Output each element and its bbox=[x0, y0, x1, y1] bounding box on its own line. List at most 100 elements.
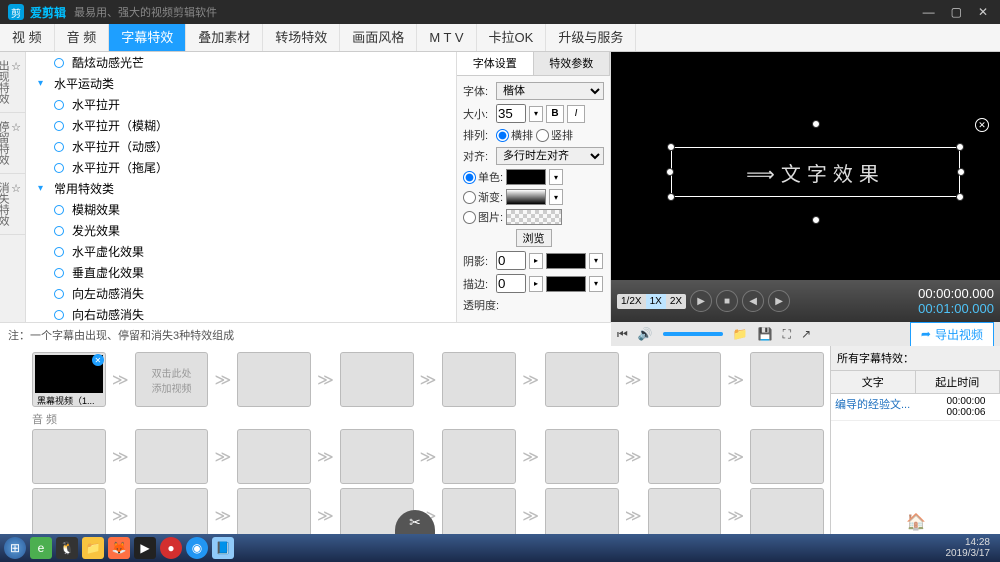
tree-effect-item[interactable]: 酷炫动感光芒 bbox=[26, 52, 456, 73]
stop-button[interactable]: ■ bbox=[716, 290, 738, 312]
stroke-spin-icon[interactable]: ▸ bbox=[529, 276, 543, 292]
resize-handle[interactable] bbox=[956, 193, 964, 201]
empty-clip-slot[interactable] bbox=[545, 429, 619, 484]
tree-effect-item[interactable]: 水平拉开（动感） bbox=[26, 136, 456, 157]
main-tab[interactable]: 音 频 bbox=[55, 24, 110, 51]
shadow-spin-icon[interactable]: ▸ bbox=[529, 253, 543, 269]
fullscreen-icon[interactable]: ⛶ bbox=[783, 327, 791, 342]
solid-color-swatch[interactable] bbox=[506, 169, 546, 185]
timeline[interactable]: ✕黑幕视频（1...≫双击此处添加视频≫≫≫≫≫≫ 音 频 ≫≫≫≫≫≫≫ ≫≫… bbox=[0, 346, 830, 534]
empty-clip-slot[interactable] bbox=[135, 429, 209, 484]
side-tab[interactable]: ☆消失特效 bbox=[0, 174, 25, 235]
empty-clip-slot[interactable] bbox=[545, 352, 619, 407]
italic-button[interactable]: I bbox=[567, 105, 585, 123]
maximize-icon[interactable]: ▢ bbox=[947, 5, 966, 19]
empty-clip-slot[interactable] bbox=[750, 488, 824, 534]
size-dropdown-icon[interactable]: ▾ bbox=[529, 106, 543, 122]
shadow-input[interactable] bbox=[496, 251, 526, 270]
resize-handle[interactable] bbox=[812, 216, 820, 224]
empty-clip-slot[interactable] bbox=[237, 488, 311, 534]
speed-1x[interactable]: 1X bbox=[646, 294, 666, 309]
tree-effect-item[interactable]: 模糊效果 bbox=[26, 199, 456, 220]
empty-clip-slot[interactable] bbox=[750, 429, 824, 484]
resize-handle[interactable] bbox=[667, 193, 675, 201]
tab-effect-params[interactable]: 特效参数 bbox=[534, 52, 611, 75]
text-bounding-box[interactable]: ⟹文字效果 ✕ bbox=[671, 147, 960, 197]
volume-icon[interactable]: 🔊 bbox=[638, 327, 653, 341]
main-tab[interactable]: M T V bbox=[417, 24, 476, 51]
save-icon[interactable]: 💾 bbox=[758, 327, 773, 341]
tree-effect-item[interactable]: 向右动感消失 bbox=[26, 304, 456, 322]
empty-clip-slot[interactable] bbox=[442, 488, 516, 534]
tree-category[interactable]: ▾水平运动类 bbox=[26, 73, 456, 94]
stroke-input[interactable] bbox=[496, 274, 526, 293]
size-input[interactable] bbox=[496, 104, 526, 123]
share-icon[interactable]: ↗ bbox=[801, 327, 811, 341]
folder-icon[interactable]: 📁 bbox=[733, 327, 748, 341]
bold-button[interactable]: B bbox=[546, 105, 564, 123]
empty-clip-slot[interactable] bbox=[648, 429, 722, 484]
taskbar-app-icon[interactable]: ▶ bbox=[134, 537, 156, 559]
empty-clip-slot[interactable] bbox=[648, 488, 722, 534]
delete-text-icon[interactable]: ✕ bbox=[975, 118, 989, 132]
rewind-icon[interactable]: ⏮ bbox=[617, 327, 628, 342]
main-tab[interactable]: 字幕特效 bbox=[109, 24, 186, 51]
tree-effect-item[interactable]: 垂直虚化效果 bbox=[26, 262, 456, 283]
taskbar-app-icon[interactable]: ◉ bbox=[186, 537, 208, 559]
stroke-color[interactable] bbox=[546, 276, 586, 292]
video-clip[interactable]: ✕黑幕视频（1... bbox=[32, 352, 106, 407]
arrange-horizontal[interactable]: 横排 bbox=[496, 127, 533, 143]
main-tab[interactable]: 卡拉OK bbox=[477, 24, 547, 51]
volume-slider[interactable] bbox=[663, 332, 723, 336]
main-tab[interactable]: 升级与服务 bbox=[546, 24, 636, 51]
next-frame-button[interactable]: ▶ bbox=[768, 290, 790, 312]
add-clip-hint[interactable]: 双击此处添加视频 bbox=[135, 352, 209, 407]
effect-tree[interactable]: 酷炫动感光芒▾水平运动类水平拉开水平拉开（模糊）水平拉开（动感）水平拉开（拖尾）… bbox=[26, 52, 456, 322]
empty-clip-slot[interactable] bbox=[750, 352, 824, 407]
speed-2x[interactable]: 2X bbox=[666, 294, 686, 309]
color-gradient[interactable]: 渐变: bbox=[463, 189, 503, 205]
start-button[interactable]: ⊞ bbox=[4, 537, 26, 559]
tree-category[interactable]: ▾常用特效类 bbox=[26, 178, 456, 199]
empty-clip-slot[interactable] bbox=[340, 352, 414, 407]
empty-clip-slot[interactable] bbox=[32, 488, 106, 534]
taskbar-firefox-icon[interactable]: 🦊 bbox=[108, 537, 130, 559]
subtitle-row[interactable]: 编导的经验文... 00:00:0000:00:06 bbox=[831, 394, 1000, 421]
empty-clip-slot[interactable] bbox=[545, 488, 619, 534]
close-icon[interactable]: ✕ bbox=[974, 5, 992, 19]
side-tab[interactable]: ☆出现特效 bbox=[0, 52, 25, 113]
browse-button[interactable]: 浏览 bbox=[516, 229, 552, 247]
gradient-swatch[interactable] bbox=[506, 189, 546, 205]
taskbar-clock[interactable]: 14:282019/3/17 bbox=[946, 537, 997, 559]
empty-clip-slot[interactable] bbox=[135, 488, 209, 534]
stroke-color-dropdown-icon[interactable]: ▾ bbox=[589, 276, 603, 292]
empty-clip-slot[interactable] bbox=[648, 352, 722, 407]
minimize-icon[interactable]: — bbox=[919, 5, 939, 19]
align-select[interactable]: 多行时左对齐 bbox=[496, 147, 604, 165]
main-tab[interactable]: 视 频 bbox=[0, 24, 55, 51]
color-image[interactable]: 图片: bbox=[463, 209, 503, 225]
resize-handle[interactable] bbox=[956, 143, 964, 151]
taskbar-app-icon[interactable]: e bbox=[30, 537, 52, 559]
empty-clip-slot[interactable] bbox=[442, 429, 516, 484]
main-tab[interactable]: 画面风格 bbox=[340, 24, 417, 51]
resize-handle[interactable] bbox=[667, 143, 675, 151]
prev-frame-button[interactable]: ◀ bbox=[742, 290, 764, 312]
taskbar-record-icon[interactable]: ● bbox=[160, 537, 182, 559]
resize-handle[interactable] bbox=[666, 168, 674, 176]
taskbar-app-icon[interactable]: 🐧 bbox=[56, 537, 78, 559]
play-button[interactable]: ▶ bbox=[690, 290, 712, 312]
taskbar-app-icon[interactable]: 📘 bbox=[212, 537, 234, 559]
color-dropdown-icon[interactable]: ▾ bbox=[549, 169, 563, 185]
empty-clip-slot[interactable] bbox=[442, 352, 516, 407]
resize-handle[interactable] bbox=[957, 168, 965, 176]
tree-effect-item[interactable]: 水平拉开 bbox=[26, 94, 456, 115]
empty-clip-slot[interactable] bbox=[340, 429, 414, 484]
empty-clip-slot[interactable] bbox=[237, 352, 311, 407]
tree-effect-item[interactable]: 水平虚化效果 bbox=[26, 241, 456, 262]
tree-effect-item[interactable]: 向左动感消失 bbox=[26, 283, 456, 304]
taskbar-folder-icon[interactable]: 📁 bbox=[82, 537, 104, 559]
main-tab[interactable]: 转场特效 bbox=[263, 24, 340, 51]
tree-effect-item[interactable]: 水平拉开（拖尾） bbox=[26, 157, 456, 178]
tab-font-settings[interactable]: 字体设置 bbox=[457, 52, 534, 75]
